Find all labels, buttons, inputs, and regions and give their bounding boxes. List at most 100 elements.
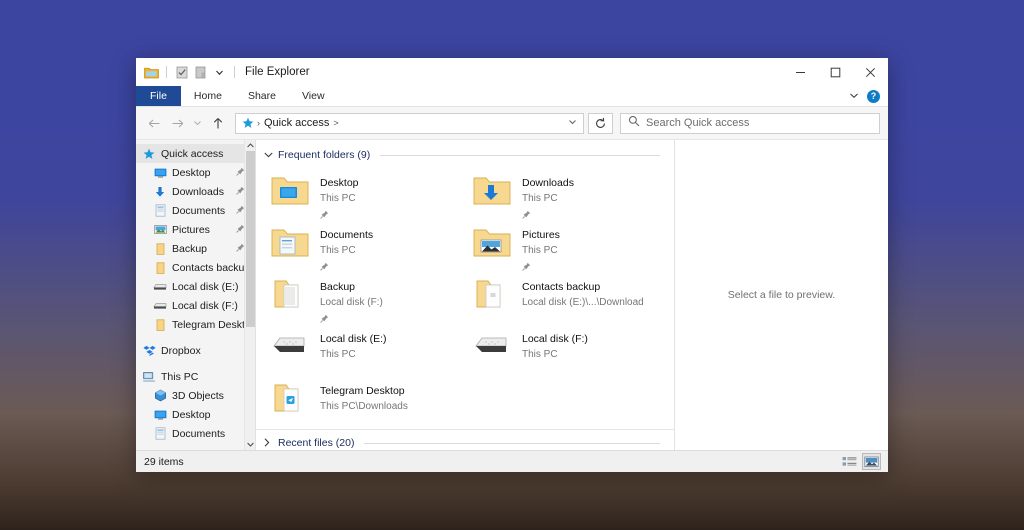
tile-name: Desktop xyxy=(320,177,359,189)
tile-subtitle: Local disk (F:) xyxy=(320,297,383,308)
tile-telegram-desktop[interactable]: Telegram Desktop This PC\Downloads xyxy=(270,376,472,428)
desktop-icon xyxy=(153,166,167,180)
tile-contacts-backup[interactable]: Contacts backup Local disk (E:)\...\Down… xyxy=(472,272,674,324)
tab-file[interactable]: File xyxy=(136,86,181,106)
sidebar-item-dropbox[interactable]: Dropbox xyxy=(136,341,255,360)
sidebar-item-label: Documents xyxy=(172,204,226,217)
sidebar-item-documents[interactable]: Documents xyxy=(136,201,255,220)
view-toggle-group xyxy=(841,453,881,470)
tile-downloads[interactable]: Downloads This PC xyxy=(472,168,674,220)
sidebar-item-label: Contacts backup xyxy=(172,261,251,274)
quick-access-star-icon xyxy=(240,117,255,129)
window-controls xyxy=(783,58,888,86)
sidebar-item-backup[interactable]: Backup xyxy=(136,239,255,258)
documents-icon xyxy=(153,427,167,441)
sidebar-item-this-pc-desktop[interactable]: Desktop xyxy=(136,405,255,424)
folder-icon[interactable] xyxy=(143,64,160,81)
up-button[interactable] xyxy=(207,113,228,134)
tile-info: Downloads This PC xyxy=(522,170,574,224)
recent-locations-chevron-icon[interactable] xyxy=(190,113,205,134)
sidebar-item-label: Dropbox xyxy=(161,344,201,357)
tile-local-disk-f[interactable]: Local disk (F:) This PC xyxy=(472,324,674,376)
tab-home[interactable]: Home xyxy=(181,86,235,106)
sidebar-item-3d-objects[interactable]: 3D Objects xyxy=(136,386,255,405)
tile-name: Backup xyxy=(320,281,356,293)
expand-ribbon-chevron-icon[interactable] xyxy=(849,87,859,105)
tile-name: Downloads xyxy=(522,177,574,189)
tile-name: Contacts backup xyxy=(522,281,601,293)
downloads-arrow-icon xyxy=(153,185,167,199)
tile-info: Pictures This PC xyxy=(522,222,560,276)
sidebar-item-local-disk-e[interactable]: Local disk (E:) xyxy=(136,277,255,296)
address-bar[interactable]: › Quick access > xyxy=(235,112,584,134)
group-divider xyxy=(364,442,660,444)
title-bar: File Explorer xyxy=(136,58,888,86)
address-dropdown-chevron-icon[interactable] xyxy=(568,118,579,128)
sidebar-item-label: Desktop xyxy=(172,166,211,179)
documents-icon xyxy=(153,204,167,218)
sidebar-item-label: Documents xyxy=(172,427,226,440)
properties-icon[interactable] xyxy=(173,64,190,81)
tab-view[interactable]: View xyxy=(289,86,338,106)
details-view-icon[interactable] xyxy=(841,454,858,469)
breadcrumb-separator-1[interactable]: > xyxy=(331,118,340,128)
folder-downloads-icon xyxy=(472,170,512,210)
tile-info: Desktop This PC xyxy=(320,170,359,224)
scrollbar-thumb[interactable] xyxy=(246,151,255,327)
sidebar-item-desktop[interactable]: Desktop xyxy=(136,163,255,182)
breadcrumb-separator-0: › xyxy=(257,118,260,128)
sidebar-item-pictures[interactable]: Pictures xyxy=(136,220,255,239)
breadcrumb-item-quick-access[interactable]: Quick access xyxy=(262,117,331,129)
chevron-right-icon[interactable] xyxy=(264,437,273,449)
frequent-folders-group-header[interactable]: Frequent folders (9) xyxy=(256,140,674,162)
quick-access-toolbar xyxy=(136,64,239,81)
quick-access-star-icon xyxy=(142,147,156,161)
help-icon[interactable]: ? xyxy=(867,89,880,103)
close-button[interactable] xyxy=(853,58,888,86)
new-folder-icon[interactable] xyxy=(192,64,209,81)
tile-backup[interactable]: Backup Local disk (F:) xyxy=(270,272,472,324)
customize-chevron-icon[interactable] xyxy=(211,64,228,81)
sidebar-item-label: Quick access xyxy=(161,147,224,160)
tile-desktop[interactable]: Desktop This PC xyxy=(270,168,472,220)
item-count: 29 items xyxy=(144,455,184,468)
sidebar-item-this-pc[interactable]: This PC xyxy=(136,367,255,386)
minimize-button[interactable] xyxy=(783,58,818,86)
folder-icon xyxy=(153,261,167,275)
tile-documents[interactable]: Documents This PC xyxy=(270,220,472,272)
maximize-button[interactable] xyxy=(818,58,853,86)
tile-subtitle: This PC xyxy=(522,245,558,256)
tile-name: Local disk (E:) xyxy=(320,333,387,345)
sidebar-item-contacts-backup[interactable]: Contacts backup xyxy=(136,258,255,277)
tile-info: Contacts backup Local disk (E:)\...\Down… xyxy=(522,274,644,308)
sidebar-item-label: 3D Objects xyxy=(172,389,224,402)
folder-desktop-icon xyxy=(270,170,310,210)
sidebar-item-downloads[interactable]: Downloads xyxy=(136,182,255,201)
navigation-pane-scrollbar[interactable] xyxy=(244,140,255,450)
sidebar-item-this-pc-documents[interactable]: Documents xyxy=(136,424,255,443)
recent-files-group-header[interactable]: Recent files (20) xyxy=(256,430,674,450)
folder-documents-icon xyxy=(270,222,310,262)
sidebar-item-local-disk-f[interactable]: Local disk (F:) xyxy=(136,296,255,315)
sidebar-item-quick-access[interactable]: Quick access xyxy=(136,144,255,163)
large-icons-view-icon[interactable] xyxy=(862,453,881,470)
tile-subtitle: This PC xyxy=(522,349,558,360)
search-input[interactable]: Search Quick access xyxy=(620,112,880,134)
tile-name: Telegram Desktop xyxy=(320,385,405,397)
tile-info: Local disk (F:) This PC xyxy=(522,326,588,360)
refresh-button[interactable] xyxy=(588,112,613,134)
tab-share[interactable]: Share xyxy=(235,86,289,106)
scroll-down-arrow-icon[interactable] xyxy=(245,439,255,450)
chevron-down-icon[interactable] xyxy=(264,151,273,160)
drive-icon xyxy=(270,326,310,366)
window-body: Quick access Desktop Downloads Documents… xyxy=(136,140,888,450)
folder-pictures-icon xyxy=(472,222,512,262)
forward-button[interactable] xyxy=(167,113,188,134)
back-button[interactable] xyxy=(144,113,165,134)
sidebar-item-label: Desktop xyxy=(172,408,211,421)
scroll-up-arrow-icon[interactable] xyxy=(245,140,255,151)
tile-info: Backup Local disk (F:) xyxy=(320,274,383,328)
tile-pictures[interactable]: Pictures This PC xyxy=(472,220,674,272)
sidebar-item-telegram-desktop[interactable]: Telegram Desktop xyxy=(136,315,255,334)
tile-local-disk-e[interactable]: Local disk (E:) This PC xyxy=(270,324,472,376)
